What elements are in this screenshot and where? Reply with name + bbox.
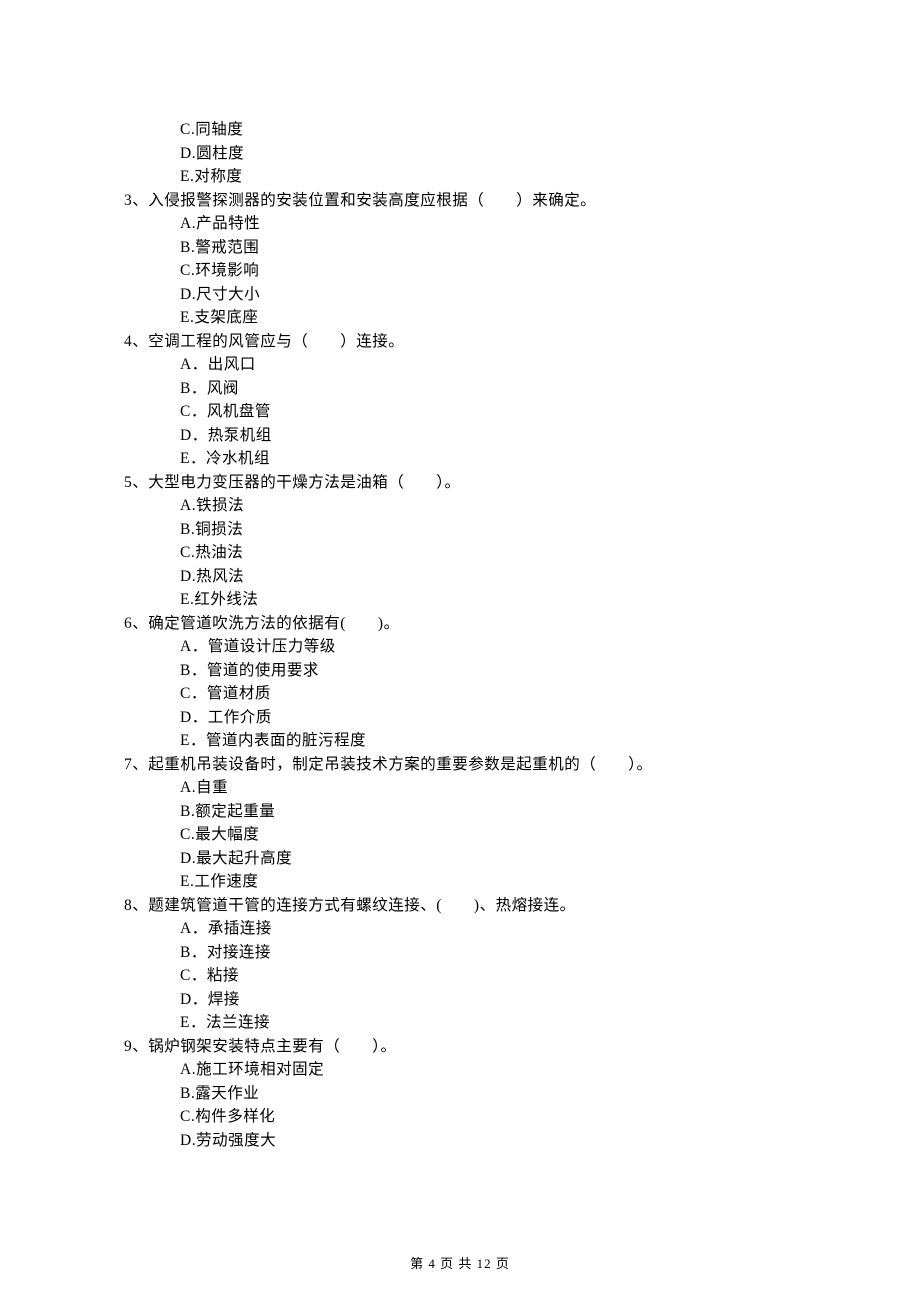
option: B．风阀 bbox=[124, 377, 800, 401]
option: D.尺寸大小 bbox=[124, 283, 800, 307]
question-text: 锅炉钢架安装特点主要有（ ）。 bbox=[148, 1038, 396, 1055]
option: B．管道的使用要求 bbox=[124, 659, 800, 683]
option: D.最大起升高度 bbox=[124, 847, 800, 871]
question-number: 4、 bbox=[124, 333, 148, 350]
option: D．热泵机组 bbox=[124, 424, 800, 448]
option: A．出风口 bbox=[124, 353, 800, 377]
option: C．风机盘管 bbox=[124, 400, 800, 424]
option: D．工作介质 bbox=[124, 706, 800, 730]
option: C.构件多样化 bbox=[124, 1105, 800, 1129]
option: D.热风法 bbox=[124, 565, 800, 589]
option: E.支架底座 bbox=[124, 306, 800, 330]
option: E.工作速度 bbox=[124, 870, 800, 894]
option: A.铁损法 bbox=[124, 494, 800, 518]
option: D.劳动强度大 bbox=[124, 1129, 800, 1153]
question-text: 确定管道吹洗方法的依据有( )。 bbox=[148, 615, 399, 632]
page-footer: 第 4 页 共 12 页 bbox=[0, 1253, 920, 1272]
option: C.环境影响 bbox=[124, 259, 800, 283]
question-text: 空调工程的风管应与（ ）连接。 bbox=[148, 333, 404, 350]
option: A．管道设计压力等级 bbox=[124, 635, 800, 659]
option: B.额定起重量 bbox=[124, 800, 800, 824]
option: B.铜损法 bbox=[124, 518, 800, 542]
question-stem: 5、大型电力变压器的干燥方法是油箱（ ）。 bbox=[124, 471, 800, 495]
option: D．焊接 bbox=[124, 988, 800, 1012]
option: C.最大幅度 bbox=[124, 823, 800, 847]
option: C．粘接 bbox=[124, 964, 800, 988]
question-text: 题建筑管道干管的连接方式有螺纹连接、( )、热熔接连。 bbox=[148, 897, 575, 914]
option: E．冷水机组 bbox=[124, 447, 800, 471]
option: C.热油法 bbox=[124, 541, 800, 565]
question-stem: 4、空调工程的风管应与（ ）连接。 bbox=[124, 330, 800, 354]
option: E．管道内表面的脏污程度 bbox=[124, 729, 800, 753]
partial-option: D.圆柱度 bbox=[124, 142, 800, 166]
option: A．承插连接 bbox=[124, 917, 800, 941]
option: C．管道材质 bbox=[124, 682, 800, 706]
option: A.产品特性 bbox=[124, 212, 800, 236]
question-stem: 7、起重机吊装设备时，制定吊装技术方案的重要参数是起重机的（ ）。 bbox=[124, 753, 800, 777]
option: E．法兰连接 bbox=[124, 1011, 800, 1035]
question-text: 入侵报警探测器的安装位置和安装高度应根据（ ）来确定。 bbox=[148, 192, 596, 209]
question-stem: 6、确定管道吹洗方法的依据有( )。 bbox=[124, 612, 800, 636]
question-number: 8、 bbox=[124, 897, 148, 914]
question-stem: 9、锅炉钢架安装特点主要有（ ）。 bbox=[124, 1035, 800, 1059]
option: A.施工环境相对固定 bbox=[124, 1058, 800, 1082]
question-number: 9、 bbox=[124, 1038, 148, 1055]
question-stem: 8、题建筑管道干管的连接方式有螺纹连接、( )、热熔接连。 bbox=[124, 894, 800, 918]
page-content: C.同轴度 D.圆柱度 E.对称度 3、入侵报警探测器的安装位置和安装高度应根据… bbox=[0, 0, 920, 1152]
option: B.露天作业 bbox=[124, 1082, 800, 1106]
question-number: 3、 bbox=[124, 192, 148, 209]
question-text: 起重机吊装设备时，制定吊装技术方案的重要参数是起重机的（ ）。 bbox=[148, 756, 652, 773]
partial-option: C.同轴度 bbox=[124, 118, 800, 142]
question-stem: 3、入侵报警探测器的安装位置和安装高度应根据（ ）来确定。 bbox=[124, 189, 800, 213]
partial-option: E.对称度 bbox=[124, 165, 800, 189]
question-text: 大型电力变压器的干燥方法是油箱（ ）。 bbox=[148, 474, 460, 491]
question-number: 5、 bbox=[124, 474, 148, 491]
option: A.自重 bbox=[124, 776, 800, 800]
option: B.警戒范围 bbox=[124, 236, 800, 260]
question-number: 6、 bbox=[124, 615, 148, 632]
option: B．对接连接 bbox=[124, 941, 800, 965]
option: E.红外线法 bbox=[124, 588, 800, 612]
question-number: 7、 bbox=[124, 756, 148, 773]
